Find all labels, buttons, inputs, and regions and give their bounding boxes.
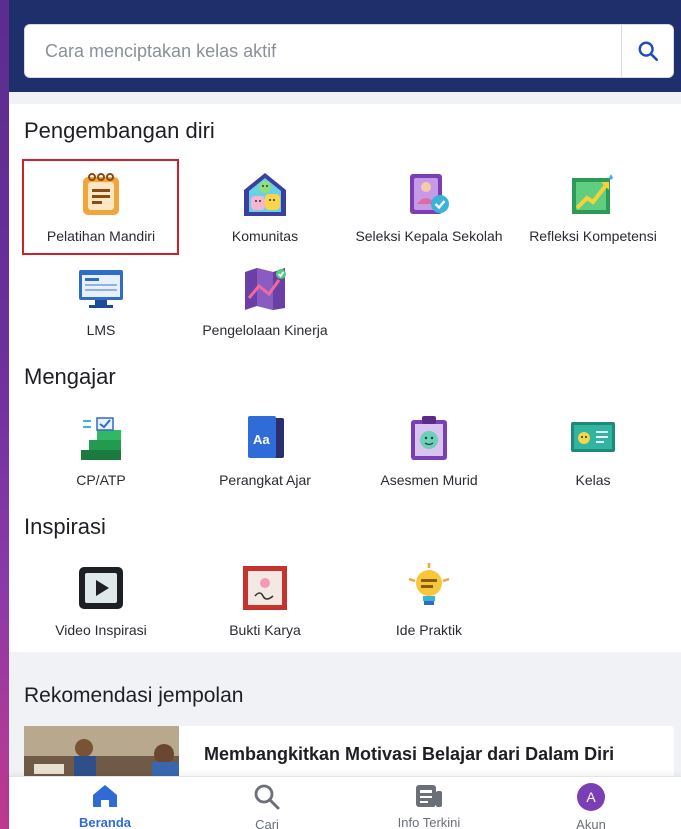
tile-pengelolaan-kinerja[interactable]: Pengelolaan Kinerja	[185, 262, 345, 338]
nav-cari[interactable]: Cari	[207, 783, 327, 829]
tile-cp-atp[interactable]: CP/ATP	[21, 412, 181, 488]
tile-ide-praktik[interactable]: Ide Praktik	[349, 562, 509, 638]
bottom-navigation: Beranda Cari Info Terkini A Akun	[9, 776, 681, 829]
tile-label: LMS	[86, 322, 116, 338]
nav-label: Info Terkini	[397, 815, 461, 829]
tile-label: Seleksi Kepala Sekolah	[355, 228, 503, 244]
lightbulb-icon	[403, 562, 455, 614]
framed-certificate-icon	[239, 562, 291, 614]
svg-text:Aa: Aa	[253, 432, 270, 447]
nav-info-terkini[interactable]: Info Terkini	[369, 783, 489, 829]
recommendation-card-title: Membangkitkan Motivasi Belajar dari Dala…	[204, 744, 615, 764]
stairs-checklist-icon	[75, 412, 127, 464]
tile-label: Pengelolaan Kinerja	[202, 322, 328, 338]
tile-komunitas[interactable]: Komunitas	[185, 168, 345, 244]
clipboard-icon	[403, 412, 455, 464]
search-input[interactable]	[25, 25, 619, 77]
growth-chart-icon	[567, 168, 619, 220]
tile-label: Ide Praktik	[395, 622, 463, 638]
tile-label: Video Inspirasi	[55, 622, 147, 638]
home-icon	[93, 785, 117, 807]
nav-beranda[interactable]: Beranda	[45, 783, 165, 829]
tile-asesmen-murid[interactable]: Asesmen Murid	[349, 412, 509, 488]
tile-label: CP/ATP	[76, 472, 126, 488]
nav-akun[interactable]: A Akun	[531, 783, 651, 829]
tile-label: Asesmen Murid	[380, 472, 478, 488]
tile-lms[interactable]: LMS	[21, 262, 181, 338]
divider	[9, 92, 681, 104]
performance-map-icon	[239, 262, 291, 314]
tile-label: Pelatihan Mandiri	[46, 228, 156, 244]
search-icon	[638, 41, 658, 61]
tile-label: Bukti Karya	[229, 622, 301, 638]
header	[9, 0, 681, 92]
community-house-icon	[239, 168, 291, 220]
nav-label: Beranda	[78, 815, 132, 829]
news-icon	[416, 785, 442, 807]
tile-label: Komunitas	[231, 228, 299, 244]
classroom-board-icon	[567, 412, 619, 464]
section-title-pengembangan: Pengembangan diri	[24, 118, 215, 143]
tile-seleksi-kepala-sekolah[interactable]: Seleksi Kepala Sekolah	[349, 168, 509, 244]
recommendation-title: Rekomendasi jempolan	[24, 684, 244, 707]
tile-refleksi-kompetensi[interactable]: Refleksi Kompetensi	[513, 168, 673, 244]
tile-label: Kelas	[575, 472, 611, 488]
nav-label: Akun	[576, 817, 606, 829]
tile-kelas[interactable]: Kelas	[513, 412, 673, 488]
tile-pelatihan-mandiri[interactable]: Pelatihan Mandiri	[21, 168, 181, 244]
tile-video-inspirasi[interactable]: Video Inspirasi	[21, 562, 181, 638]
tile-bukti-karya[interactable]: Bukti Karya	[185, 562, 345, 638]
app-frame: Pengembangan diri Pelatihan Mandiri	[9, 0, 681, 829]
avatar: A	[577, 783, 605, 811]
tile-label: Refleksi Kompetensi	[529, 228, 657, 244]
book-icon: Aa	[239, 412, 291, 464]
search-icon	[254, 784, 280, 810]
monitor-icon	[75, 262, 127, 314]
search-bar	[24, 24, 674, 78]
nav-label: Cari	[255, 817, 279, 829]
notebook-icon	[75, 168, 127, 220]
profile-badge-icon	[403, 168, 455, 220]
avatar-letter: A	[586, 789, 596, 805]
section-title-mengajar: Mengajar	[24, 364, 116, 389]
video-play-icon	[75, 562, 127, 614]
tile-perangkat-ajar[interactable]: Aa Perangkat Ajar	[185, 412, 345, 488]
section-title-inspirasi: Inspirasi	[24, 514, 106, 539]
tile-label: Perangkat Ajar	[219, 472, 311, 488]
search-button[interactable]	[621, 25, 673, 77]
